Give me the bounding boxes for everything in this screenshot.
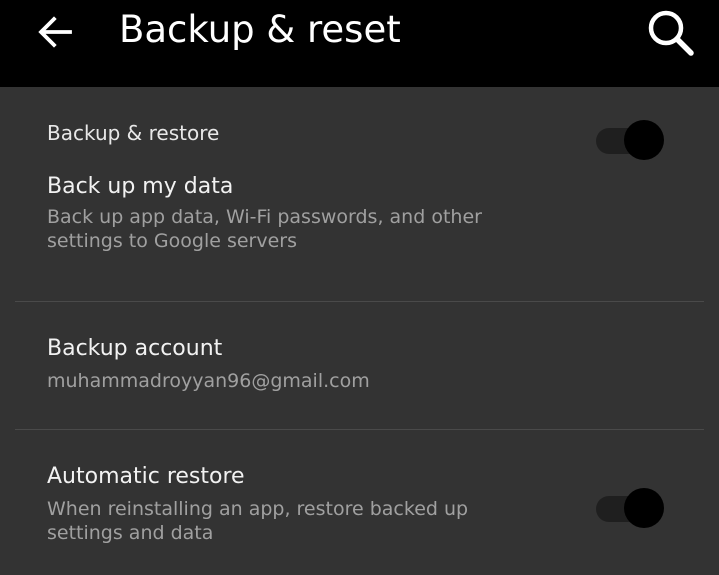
setting-title: Back up my data: [47, 174, 234, 199]
setting-back-up-my-data[interactable]: Back up my data Back up app data, Wi-Fi …: [0, 120, 719, 301]
toggle-thumb: [624, 120, 664, 160]
arrow-left-icon: [38, 16, 72, 48]
setting-summary: When reinstalling an app, restore backed…: [47, 498, 469, 544]
toggle-thumb: [624, 488, 664, 528]
back-button[interactable]: [34, 10, 78, 54]
page-title: Backup & reset: [119, 8, 401, 51]
setting-title: Automatic restore: [47, 464, 245, 489]
setting-summary: muhammadroyyan96@gmail.com: [47, 370, 370, 392]
app-bar: Backup & reset: [0, 0, 719, 87]
section-header-backup-restore: Backup & restore: [47, 121, 220, 145]
search-button[interactable]: [644, 6, 696, 58]
setting-summary: Back up app data, Wi-Fi passwords, and o…: [47, 206, 482, 252]
setting-backup-account[interactable]: Backup account muhammadroyyan96@gmail.co…: [0, 302, 719, 429]
setting-title: Backup account: [47, 336, 223, 361]
automatic-restore-toggle[interactable]: [596, 484, 668, 528]
back-up-my-data-toggle[interactable]: [596, 116, 668, 160]
search-icon: [648, 10, 694, 56]
